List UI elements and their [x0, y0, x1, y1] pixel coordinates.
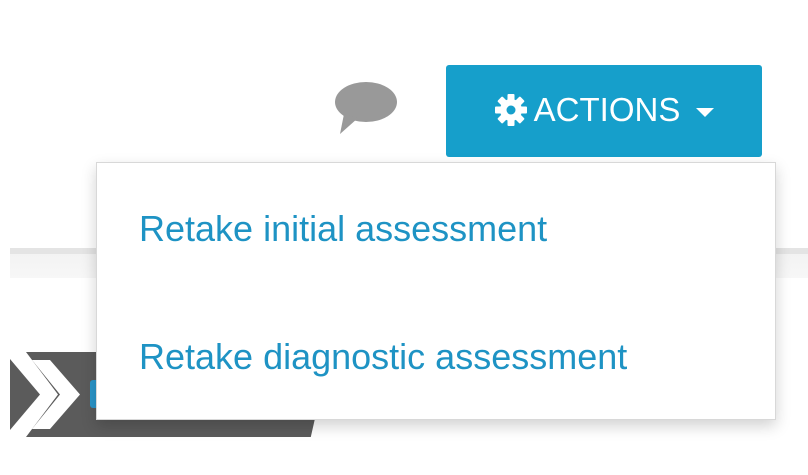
actions-dropdown-menu: Retake initial assessment Retake diagnos…	[96, 162, 776, 420]
actions-button-label: ACTIONS	[533, 91, 681, 128]
page: ACTIONS Retake initial assessment Retake…	[0, 0, 808, 475]
comment-bubble-icon[interactable]	[334, 80, 398, 136]
caret-down-icon	[696, 107, 715, 117]
actions-button[interactable]: ACTIONS	[446, 65, 762, 157]
menu-item-retake-diagnostic-assessment[interactable]: Retake diagnostic assessment	[139, 339, 627, 375]
menu-item-retake-initial-assessment[interactable]: Retake initial assessment	[139, 211, 547, 247]
gear-icon	[494, 94, 527, 126]
double-chevron-icon	[10, 352, 80, 437]
